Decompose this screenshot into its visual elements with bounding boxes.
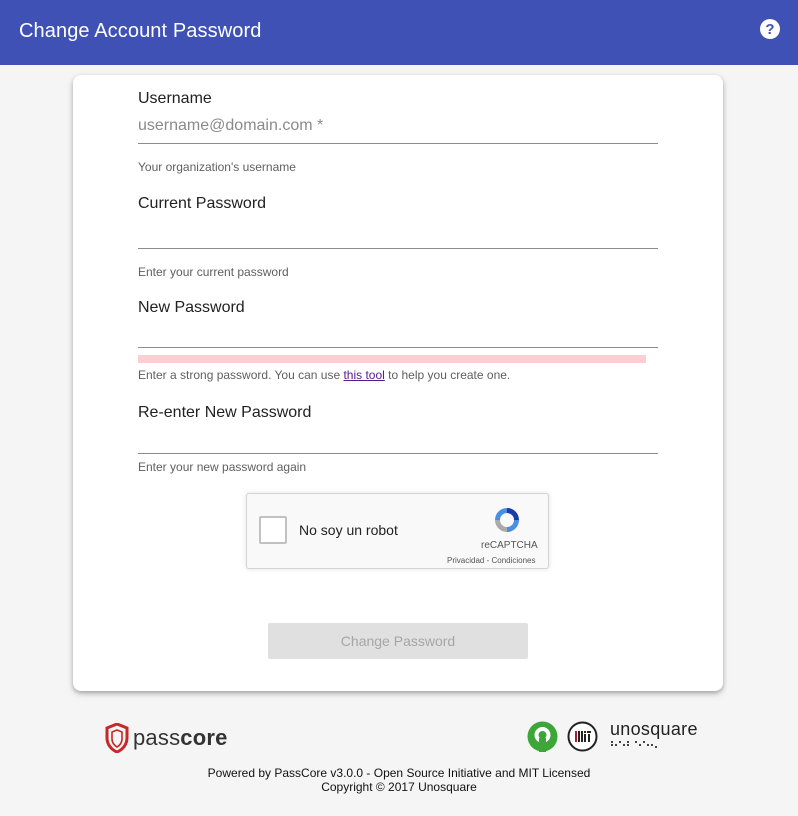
app-bar: Change Account Password ?: [0, 0, 798, 65]
unosquare-logo: unosquare: [610, 719, 698, 748]
new-password-helper-text: Enter a strong password. You can use: [138, 368, 344, 382]
password-strength-bar: [138, 355, 646, 363]
username-underline: [138, 143, 658, 144]
recaptcha-logo-icon: [495, 508, 519, 532]
passcore-wordmark-light: pass: [133, 725, 181, 750]
passcore-logo: passcore: [105, 722, 228, 754]
page-title: Change Account Password: [19, 20, 262, 42]
current-password-helper: Enter your current password: [138, 265, 289, 279]
copyright-text: Copyright © 2017 Unosquare: [321, 780, 477, 794]
new-password-input[interactable]: [138, 323, 658, 347]
new-password-helper-text-end: to help you create one.: [384, 368, 511, 382]
current-password-input[interactable]: [138, 219, 658, 243]
username-helper: Your organization's username: [138, 160, 296, 174]
new-password-label: New Password: [138, 299, 245, 316]
username-input[interactable]: [138, 114, 658, 138]
new-password-underline: [138, 347, 658, 348]
recaptcha-brand: reCAPTCHA: [481, 540, 538, 551]
username-label: Username: [138, 90, 212, 107]
confirm-password-underline: [138, 453, 658, 454]
osi-logo-icon: [527, 721, 558, 752]
current-password-label: Current Password: [138, 195, 267, 212]
powered-by-text: Powered by PassCore v3.0.0 - Open Source…: [207, 766, 591, 780]
password-tool-link[interactable]: this tool: [343, 368, 384, 382]
passcore-shield-icon: [105, 723, 129, 753]
confirm-password-label: Re-enter New Password: [138, 404, 312, 421]
new-password-helper: Enter a strong password. You can use thi…: [138, 368, 510, 382]
passcore-wordmark: passcore: [133, 725, 228, 751]
password-form-card: Username Your organization's username Cu…: [73, 75, 723, 691]
recaptcha-widget: No soy un robot reCAPTCHA Privacidad - C…: [246, 493, 549, 569]
passcore-wordmark-bold: core: [180, 725, 228, 750]
current-password-underline: [138, 248, 658, 249]
recaptcha-links[interactable]: Privacidad - Condiciones: [447, 556, 536, 565]
confirm-password-helper: Enter your new password again: [138, 460, 307, 474]
change-password-button[interactable]: Change Password: [268, 623, 528, 659]
help-icon[interactable]: ?: [760, 19, 780, 39]
confirm-password-input[interactable]: [138, 428, 658, 452]
mit-logo-icon: [567, 721, 598, 752]
recaptcha-label: No soy un robot: [299, 522, 398, 538]
recaptcha-checkbox[interactable]: [259, 516, 287, 544]
unosquare-dots-icon: [611, 741, 657, 748]
unosquare-wordmark: unosquare: [610, 719, 698, 739]
